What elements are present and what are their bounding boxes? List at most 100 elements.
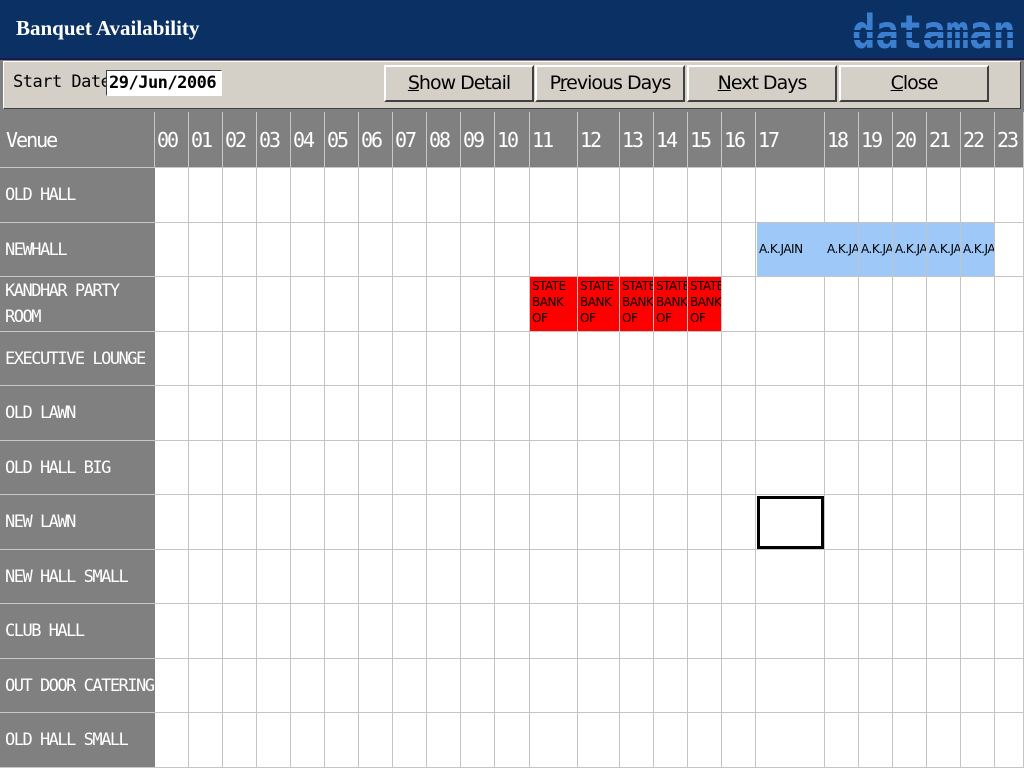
grid-cell[interactable] [530, 332, 578, 386]
grid-cell[interactable] [756, 604, 825, 659]
grid-cell[interactable] [995, 386, 1024, 441]
grid-cell[interactable] [461, 223, 495, 277]
grid-cell[interactable] [620, 386, 654, 441]
grid-cell[interactable] [927, 386, 961, 441]
grid-cell[interactable] [620, 713, 654, 768]
previous-days-button[interactable]: Previous Days [535, 65, 685, 102]
grid-cell[interactable] [530, 223, 578, 277]
grid-cell[interactable] [859, 659, 893, 713]
grid-cell[interactable] [688, 168, 722, 223]
grid-cell[interactable] [530, 495, 578, 550]
grid-cell[interactable] [461, 550, 495, 604]
grid-cell[interactable] [530, 604, 578, 659]
grid-cell[interactable] [530, 550, 578, 604]
grid-cell[interactable] [359, 441, 393, 495]
grid-cell[interactable] [359, 277, 393, 332]
booking-cell[interactable]: STATE BANK OF [654, 277, 687, 331]
grid-cell[interactable] [859, 550, 893, 604]
grid-cell[interactable] [189, 604, 223, 659]
grid-cell[interactable] [688, 386, 722, 441]
grid-cell[interactable] [825, 386, 859, 441]
grid-cell[interactable] [578, 332, 620, 386]
grid-cell[interactable] [495, 495, 530, 550]
grid-cell[interactable] [325, 713, 359, 768]
grid-cell[interactable] [722, 223, 756, 277]
grid-cell[interactable] [927, 659, 961, 713]
grid-cell[interactable] [654, 495, 688, 550]
grid-cell[interactable] [427, 277, 461, 332]
grid-cell[interactable] [495, 332, 530, 386]
grid-cell[interactable] [654, 386, 688, 441]
grid-cell[interactable] [257, 223, 291, 277]
grid-cell[interactable] [859, 604, 893, 659]
grid-cell[interactable] [393, 441, 427, 495]
grid-cell[interactable] [530, 386, 578, 441]
grid-cell[interactable] [688, 223, 722, 277]
grid-cell[interactable] [325, 223, 359, 277]
grid-cell[interactable] [961, 277, 995, 332]
grid-cell[interactable] [393, 713, 427, 768]
grid-cell[interactable] [825, 332, 859, 386]
grid-cell[interactable] [257, 441, 291, 495]
grid-cell[interactable] [155, 659, 189, 713]
grid-cell[interactable] [688, 495, 722, 550]
grid-cell[interactable] [893, 441, 927, 495]
grid-cell[interactable] [155, 386, 189, 441]
grid-cell[interactable] [189, 495, 223, 550]
grid-cell[interactable] [893, 659, 927, 713]
grid-cell[interactable] [961, 332, 995, 386]
grid-cell[interactable] [893, 604, 927, 659]
grid-cell[interactable] [223, 495, 257, 550]
grid-cell[interactable] [756, 386, 825, 441]
grid-cell[interactable] [995, 168, 1024, 223]
grid-cell[interactable] [859, 386, 893, 441]
grid-cell[interactable] [325, 495, 359, 550]
grid-cell[interactable] [325, 441, 359, 495]
grid-cell[interactable] [578, 223, 620, 277]
grid-cell[interactable] [189, 441, 223, 495]
grid-cell[interactable] [189, 386, 223, 441]
grid-cell[interactable] [654, 659, 688, 713]
grid-cell[interactable] [825, 713, 859, 768]
grid-cell[interactable] [495, 441, 530, 495]
grid-cell[interactable] [325, 386, 359, 441]
grid-cell[interactable] [722, 332, 756, 386]
grid-cell[interactable] [461, 604, 495, 659]
grid-cell[interactable] [961, 659, 995, 713]
grid-cell[interactable] [825, 168, 859, 223]
grid-cell[interactable] [427, 604, 461, 659]
grid-cell[interactable] [359, 604, 393, 659]
grid-cell[interactable] [961, 495, 995, 550]
grid-cell[interactable] [995, 604, 1024, 659]
grid-cell[interactable] [155, 441, 189, 495]
grid-cell[interactable] [461, 713, 495, 768]
grid-cell[interactable] [461, 332, 495, 386]
grid-cell[interactable] [578, 550, 620, 604]
grid-cell[interactable] [257, 604, 291, 659]
grid-cell[interactable] [620, 604, 654, 659]
booking-cell[interactable]: A.K.JAIN [757, 223, 825, 276]
grid-cell[interactable] [961, 441, 995, 495]
grid-cell[interactable] [893, 550, 927, 604]
grid-cell[interactable] [359, 386, 393, 441]
grid-cell[interactable] [155, 168, 189, 223]
grid-cell[interactable] [961, 168, 995, 223]
grid-cell[interactable] [620, 441, 654, 495]
grid-cell[interactable] [189, 332, 223, 386]
grid-cell[interactable] [155, 277, 189, 332]
grid-cell[interactable] [620, 659, 654, 713]
grid-cell[interactable] [393, 550, 427, 604]
booking-cell[interactable]: A.K.JAIN [893, 223, 926, 276]
grid-cell[interactable] [893, 386, 927, 441]
grid-cell[interactable] [461, 168, 495, 223]
grid-cell[interactable] [393, 495, 427, 550]
grid-cell[interactable] [825, 495, 859, 550]
grid-cell[interactable] [859, 168, 893, 223]
grid-cell[interactable] [359, 550, 393, 604]
booking-cell[interactable]: A.K.JAIN [825, 223, 858, 276]
grid-cell[interactable] [393, 168, 427, 223]
grid-cell[interactable] [654, 168, 688, 223]
grid-cell[interactable] [359, 223, 393, 277]
booking-cell[interactable]: A.K.JAIN [961, 223, 994, 276]
next-days-button[interactable]: Next Days [687, 65, 837, 102]
